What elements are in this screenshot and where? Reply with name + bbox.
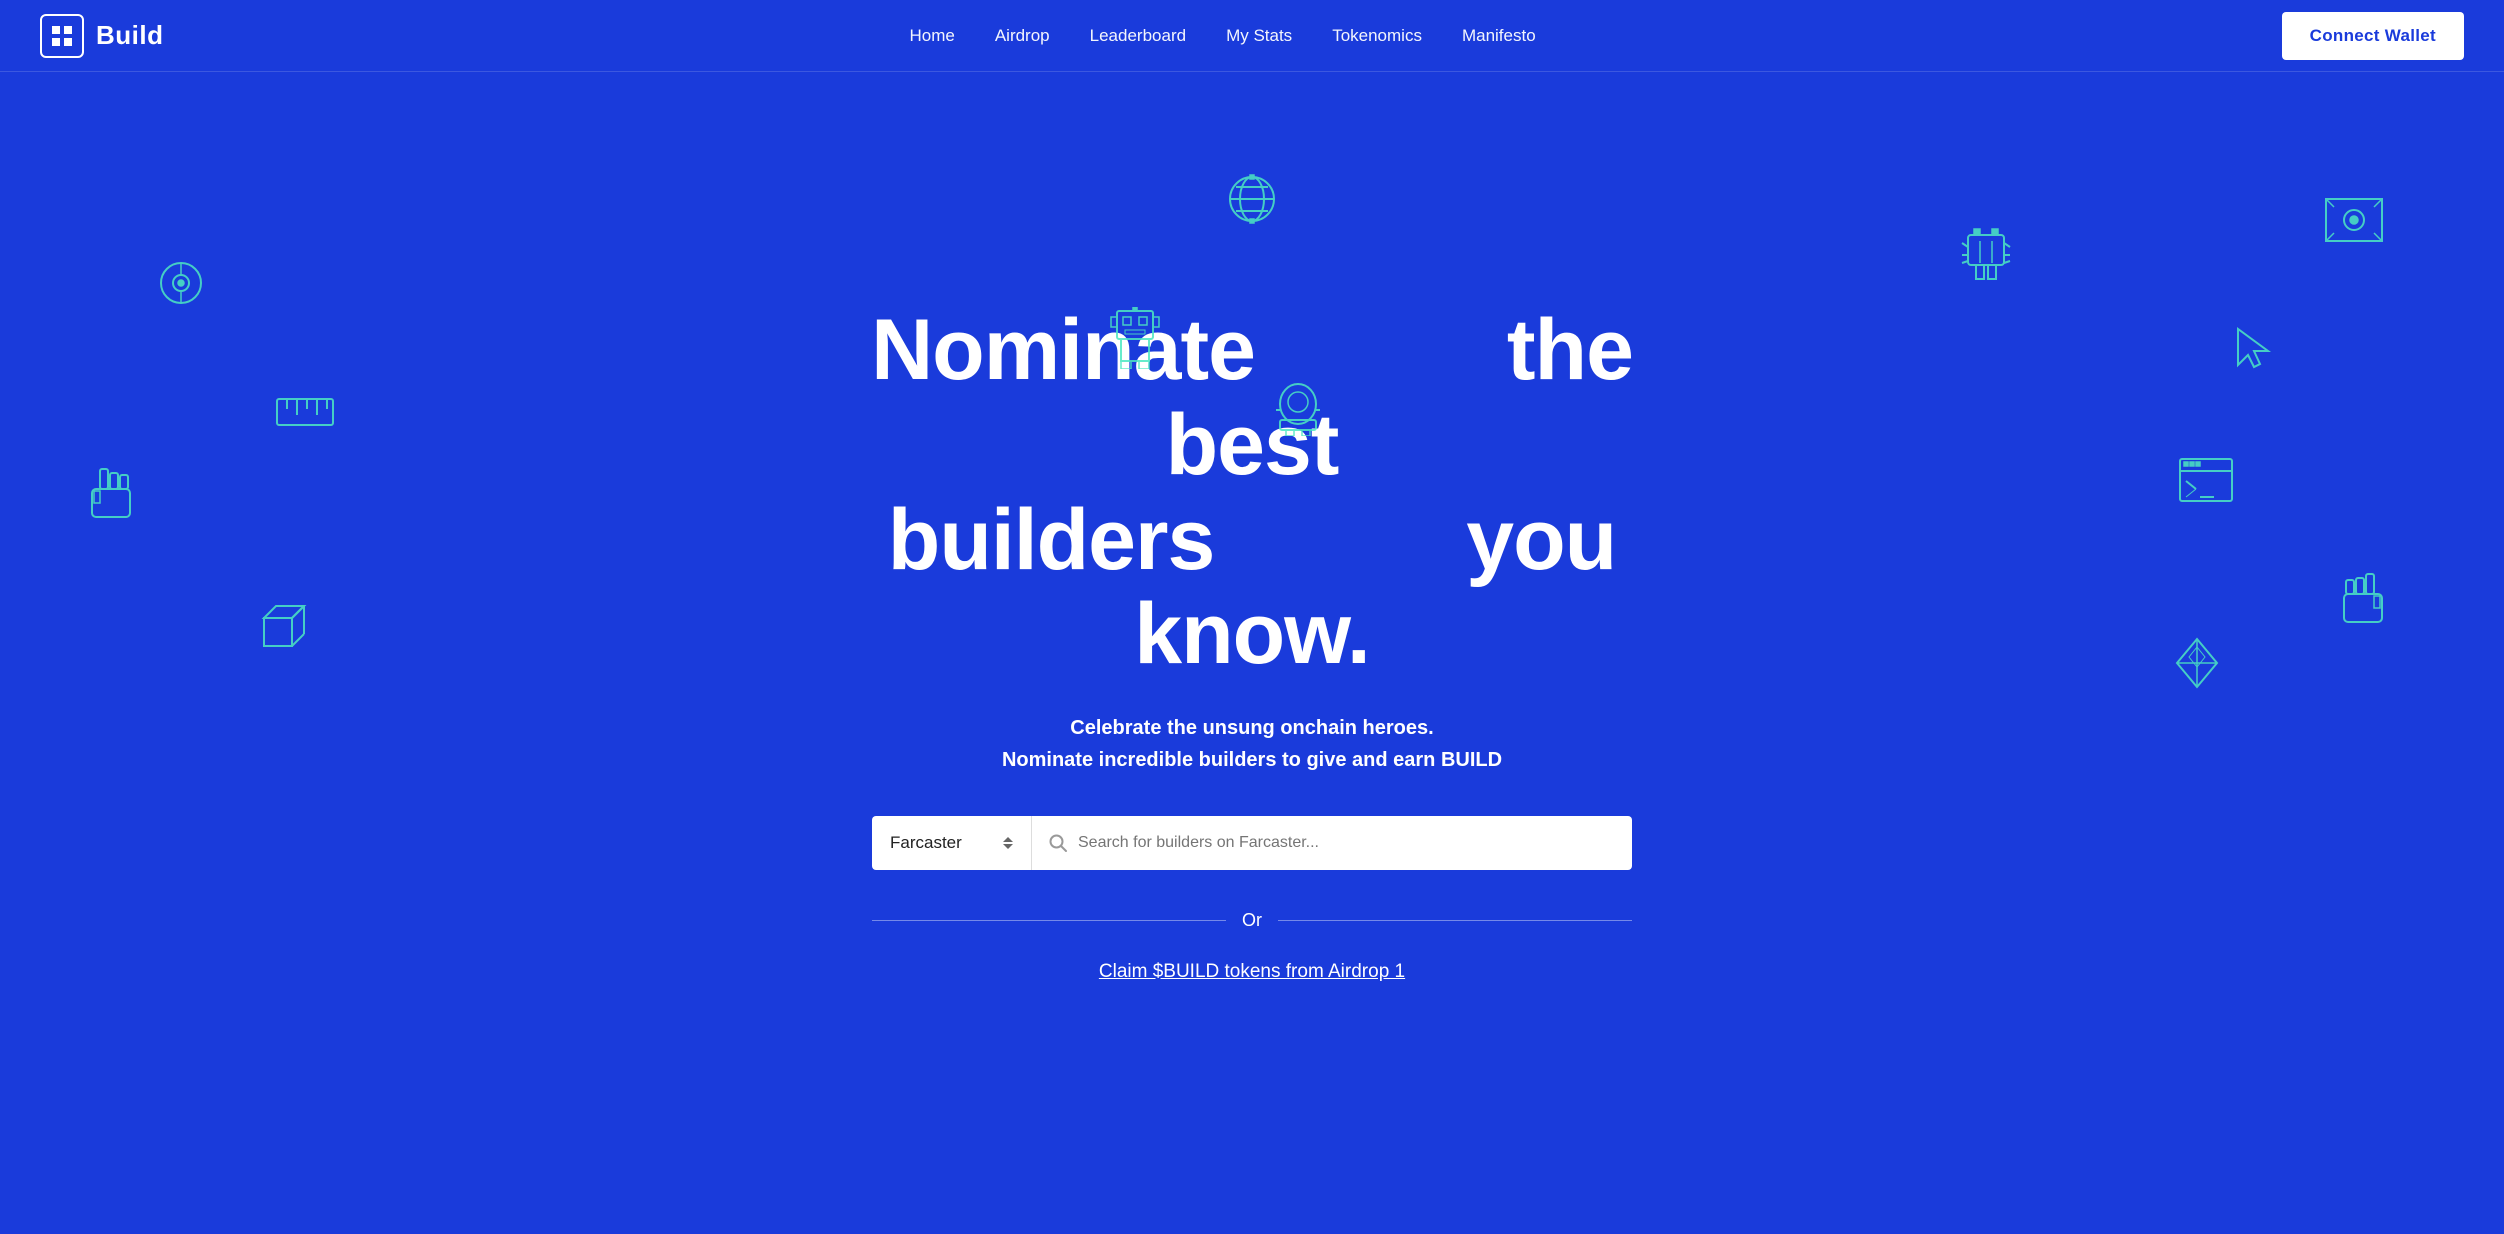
hero-subtitle-line1: Celebrate the unsung onchain heroes.: [1002, 712, 1502, 744]
connect-wallet-button[interactable]: Connect Wallet: [2282, 12, 2464, 60]
logo-icon: [40, 14, 84, 58]
hand-left-icon: [90, 467, 140, 521]
navbar: Build Home Airdrop Leaderboard My Stats …: [0, 0, 2504, 72]
cube-icon: [260, 602, 308, 650]
nav-link-home[interactable]: Home: [909, 26, 954, 45]
platform-select[interactable]: Farcaster: [872, 816, 1032, 870]
claim-link[interactable]: Claim $BUILD tokens from Airdrop 1: [1099, 961, 1405, 983]
nav-item-leaderboard[interactable]: Leaderboard: [1090, 26, 1186, 46]
divider-left: [872, 920, 1226, 921]
cd-icon: [155, 257, 207, 309]
chevron-icon: [1003, 837, 1013, 849]
search-svg: [1048, 833, 1068, 853]
search-box: [1032, 816, 1632, 870]
nav-link-tokenomics[interactable]: Tokenomics: [1332, 26, 1422, 45]
hero-title: Nominate the bestbuilders you know.: [802, 303, 1702, 681]
platform-select-value: Farcaster: [890, 833, 962, 853]
ruler-icon: [275, 387, 335, 437]
or-divider: Or: [872, 910, 1632, 931]
search-icon: [1048, 833, 1068, 853]
cursor-icon: [2234, 327, 2274, 371]
nav-item-my-stats[interactable]: My Stats: [1226, 26, 1292, 46]
nav-link-airdrop[interactable]: Airdrop: [995, 26, 1050, 45]
nav-link-manifesto[interactable]: Manifesto: [1462, 26, 1536, 45]
chevron-up-icon: [1003, 837, 1013, 842]
logo-svg: [48, 22, 76, 50]
search-input[interactable]: [1078, 816, 1616, 870]
hero-title-line1: Nominate: [871, 302, 1255, 398]
hero-subtitle: Celebrate the unsung onchain heroes. Nom…: [1002, 712, 1502, 776]
eye-icon: [2324, 197, 2384, 243]
logo[interactable]: Build: [40, 14, 164, 58]
search-area: Farcaster: [872, 816, 1632, 870]
nav-item-tokenomics[interactable]: Tokenomics: [1332, 26, 1422, 46]
terminal-icon: [2178, 457, 2234, 503]
hero-title-line3: builders: [888, 492, 1215, 588]
hand-right-icon: [2334, 572, 2384, 626]
globe-icon: [1220, 167, 1284, 231]
nav-item-airdrop[interactable]: Airdrop: [995, 26, 1050, 46]
divider-right: [1278, 920, 1632, 921]
nav-item-manifesto[interactable]: Manifesto: [1462, 26, 1536, 46]
nav-link-leaderboard[interactable]: Leaderboard: [1090, 26, 1186, 45]
chevron-down-icon: [1003, 844, 1013, 849]
nav-link-my-stats[interactable]: My Stats: [1226, 26, 1292, 45]
nav-links: Home Airdrop Leaderboard My Stats Tokeno…: [909, 26, 1535, 46]
logo-text: Build: [96, 20, 164, 51]
hero-section: Nominate the bestbuilders you know. Cele…: [0, 72, 2504, 1234]
hero-subtitle-line2: Nominate incredible builders to give and…: [1002, 744, 1502, 776]
or-label: Or: [1242, 910, 1262, 931]
diamond-icon: [2175, 637, 2219, 689]
bug-icon: [1958, 227, 2014, 283]
nav-item-home[interactable]: Home: [909, 26, 954, 46]
